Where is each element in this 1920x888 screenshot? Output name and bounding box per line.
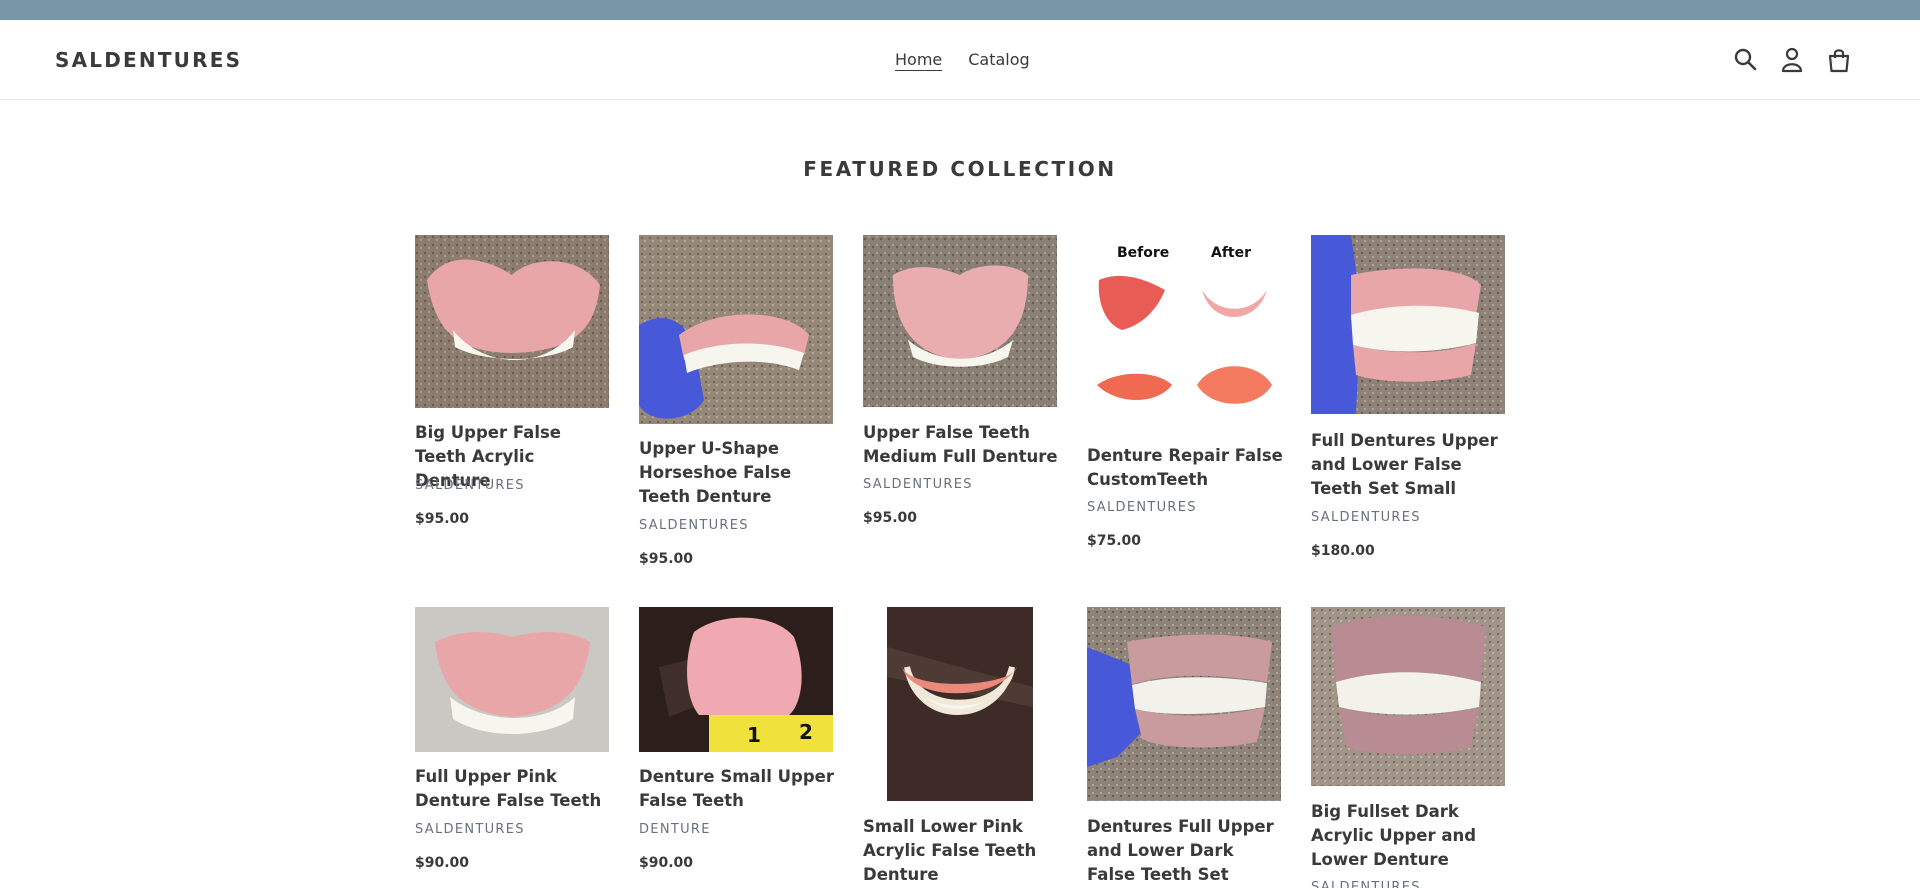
product-price: $180.00 — [1311, 543, 1375, 559]
product-title[interactable]: Dentures Full Upper and Lower Dark False… — [1087, 815, 1283, 888]
product-image[interactable] — [1311, 607, 1505, 786]
after-label: After — [1211, 245, 1252, 261]
product-title[interactable]: Denture Repair False CustomTeeth — [1087, 444, 1283, 492]
product-image[interactable] — [415, 235, 609, 408]
product-price: $95.00 — [415, 511, 470, 527]
product-image[interactable] — [1311, 235, 1505, 414]
nav-link-catalog[interactable]: Catalog — [968, 50, 1029, 71]
svg-text:1: 1 — [747, 723, 761, 747]
product-title[interactable]: Big Fullset Dark Acrylic Upper and Lower… — [1311, 800, 1507, 872]
product-vendor: SALDENTURES — [639, 518, 749, 533]
search-icon — [1734, 48, 1757, 71]
product-title[interactable]: Denture Small Upper False Teeth — [639, 765, 835, 813]
account-icon — [1781, 47, 1803, 73]
product-price: $90.00 — [415, 855, 470, 871]
site-header: SALDENTURES Home Catalog — [0, 20, 1920, 100]
announcement-bar — [0, 0, 1920, 20]
cart-button[interactable] — [1827, 47, 1851, 73]
cart-icon — [1828, 49, 1850, 73]
store-logo[interactable]: SALDENTURES — [55, 48, 242, 72]
product-price: $95.00 — [863, 510, 918, 526]
product-image[interactable] — [639, 235, 833, 424]
product-title[interactable]: Upper U-Shape Horseshoe False Teeth Dent… — [639, 437, 835, 509]
product-price: $95.00 — [639, 551, 694, 567]
product-title[interactable]: Full Upper Pink Denture False Teeth — [415, 765, 611, 813]
product-image[interactable]: Before After — [1087, 235, 1281, 429]
product-image[interactable] — [863, 235, 1057, 407]
product-price: $90.00 — [639, 855, 694, 871]
product-vendor: SALDENTURES — [863, 477, 973, 492]
product-vendor: SALDENTURES — [1311, 510, 1421, 525]
search-button[interactable] — [1733, 47, 1757, 71]
nav-link-home[interactable]: Home — [895, 50, 943, 71]
product-title[interactable]: Small Lower Pink Acrylic False Teeth Den… — [863, 815, 1059, 887]
account-button[interactable] — [1781, 47, 1803, 73]
main-nav: Home Catalog — [895, 50, 1030, 71]
product-vendor: SALDENTURES — [415, 822, 525, 837]
product-image[interactable] — [1087, 607, 1281, 801]
product-image[interactable] — [415, 607, 609, 752]
product-title[interactable]: Upper False Teeth Medium Full Denture — [863, 421, 1059, 469]
product-vendor: SALDENTURES — [1087, 500, 1197, 515]
product-vendor: DENTURE — [639, 822, 711, 837]
product-title[interactable]: Full Dentures Upper and Lower False Teet… — [1311, 429, 1507, 501]
product-image[interactable]: 1 2 — [639, 607, 833, 752]
product-vendor: SALDENTURES — [1311, 880, 1421, 888]
before-label: Before — [1117, 245, 1170, 261]
product-image[interactable] — [887, 607, 1033, 801]
product-price: $75.00 — [1087, 533, 1142, 549]
product-vendor: SALDENTURES — [415, 478, 525, 493]
svg-text:2: 2 — [799, 720, 813, 744]
section-title: FEATURED COLLECTION — [803, 157, 1117, 181]
